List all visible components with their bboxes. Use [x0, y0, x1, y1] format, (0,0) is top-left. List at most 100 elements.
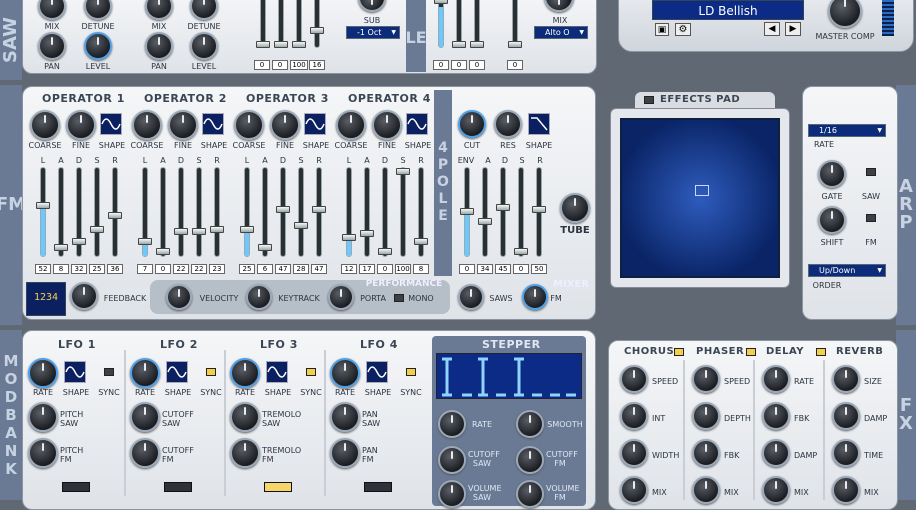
- operator-3-slider-1[interactable]: [240, 167, 254, 257]
- mono-toggle[interactable]: [394, 294, 404, 302]
- saws-mix-knob[interactable]: [458, 284, 484, 310]
- operator-1-fine-knob[interactable]: [66, 110, 96, 140]
- fx-chorus-int-knob[interactable]: [620, 402, 648, 430]
- filter-slider-1[interactable]: [460, 167, 474, 257]
- fx-delay-toggle[interactable]: [816, 348, 826, 356]
- lfo-4-bottom-button[interactable]: [364, 482, 392, 492]
- lfo-1-dest1-knob[interactable]: [28, 402, 58, 432]
- lfo-2-shape-display[interactable]: [166, 361, 188, 383]
- operator-1-coarse-knob[interactable]: [30, 110, 60, 140]
- operator-3-fine-knob[interactable]: [270, 110, 300, 140]
- stepper-volume-saw-knob[interactable]: [438, 480, 466, 508]
- lfo-1-sync-toggle[interactable]: [104, 368, 114, 376]
- velocity-knob[interactable]: [166, 284, 192, 310]
- stepper-volume-fm-knob[interactable]: [516, 480, 544, 508]
- operator-4-slider-2[interactable]: [360, 167, 374, 257]
- operator-3-slider-3[interactable]: [276, 167, 290, 257]
- arp-gate-knob[interactable]: [818, 160, 846, 188]
- stepper-cutoff-fm-knob[interactable]: [516, 446, 544, 474]
- operator-1-shape-display[interactable]: [100, 113, 122, 135]
- saw2-level-knob[interactable]: [190, 32, 218, 60]
- arp-fm-toggle[interactable]: [866, 214, 876, 222]
- saw1-level-knob[interactable]: [84, 32, 112, 60]
- lfo-2-dest1-knob[interactable]: [130, 402, 160, 432]
- operator-1-slider-3[interactable]: [72, 167, 86, 257]
- saw2-pan-knob[interactable]: [145, 32, 173, 60]
- fx-phaser-toggle[interactable]: [746, 348, 756, 356]
- effects-pad-toggle[interactable]: [644, 96, 654, 104]
- lfo-2-dest2-knob[interactable]: [130, 438, 160, 468]
- top-slider-3[interactable]: [292, 0, 306, 48]
- operator-4-shape-display[interactable]: [406, 113, 428, 135]
- operator-2-coarse-knob[interactable]: [132, 110, 162, 140]
- operator-2-slider-1[interactable]: [138, 167, 152, 257]
- operator-1-slider-4[interactable]: [90, 167, 104, 257]
- lfo-2-rate-knob[interactable]: [130, 358, 160, 388]
- lfo-3-sync-toggle[interactable]: [306, 368, 316, 376]
- lfo-2-bottom-button[interactable]: [164, 482, 192, 492]
- arp-shift-knob[interactable]: [818, 206, 846, 234]
- lfo-4-dest2-knob[interactable]: [330, 438, 360, 468]
- operator-3-coarse-knob[interactable]: [234, 110, 264, 140]
- fx-delay-rate-knob[interactable]: [762, 365, 790, 393]
- lfo-1-dest2-knob[interactable]: [28, 438, 58, 468]
- lfo-4-shape-display[interactable]: [366, 361, 388, 383]
- saw1-pan-knob[interactable]: [38, 32, 66, 60]
- filter-cut-knob[interactable]: [458, 110, 486, 138]
- operator-1-slider-2[interactable]: [54, 167, 68, 257]
- fx-delay-fbk-knob[interactable]: [762, 402, 790, 430]
- operator-3-shape-display[interactable]: [304, 113, 326, 135]
- operator-2-slider-2[interactable]: [156, 167, 170, 257]
- filter-res-knob[interactable]: [494, 110, 522, 138]
- operator-2-fine-knob[interactable]: [168, 110, 198, 140]
- operator-4-coarse-knob[interactable]: [336, 110, 366, 140]
- fx-reverb-damp-knob[interactable]: [832, 402, 860, 430]
- top-slider-2[interactable]: [274, 0, 288, 48]
- top-slider-1[interactable]: [256, 0, 270, 48]
- operator-1-slider-5[interactable]: [108, 167, 122, 257]
- operator-4-slider-1[interactable]: [342, 167, 356, 257]
- lfo-1-rate-knob[interactable]: [28, 358, 58, 388]
- effects-pad-xy[interactable]: [620, 118, 780, 278]
- arp-order-dropdown[interactable]: Up/Down: [808, 264, 886, 277]
- lfo-3-dest1-knob[interactable]: [230, 402, 260, 432]
- operator-4-slider-3[interactable]: [378, 167, 392, 257]
- operator-4-slider-4[interactable]: [396, 167, 410, 257]
- fx-phaser-depth-knob[interactable]: [692, 402, 720, 430]
- stepper-cutoff-saw-knob[interactable]: [438, 446, 466, 474]
- mid-slider-1[interactable]: [434, 0, 448, 48]
- fx-chorus-speed-knob[interactable]: [620, 365, 648, 393]
- arp-saw-toggle[interactable]: [866, 168, 876, 176]
- filter-shape-display[interactable]: [528, 113, 550, 135]
- next-preset-button[interactable]: ▶: [785, 22, 801, 36]
- operator-3-slider-4[interactable]: [294, 167, 308, 257]
- operator-3-slider-2[interactable]: [258, 167, 272, 257]
- fx-chorus-width-knob[interactable]: [620, 439, 648, 467]
- lfo-1-shape-display[interactable]: [64, 361, 86, 383]
- fx-reverb-size-knob[interactable]: [832, 365, 860, 393]
- save-icon[interactable]: ▣: [655, 23, 669, 36]
- filter-slider-2[interactable]: [478, 167, 492, 257]
- gear-icon[interactable]: ⚙: [675, 23, 691, 36]
- filter-slider-4[interactable]: [514, 167, 528, 257]
- lfo-2-sync-toggle[interactable]: [206, 368, 216, 376]
- operator-3-slider-5[interactable]: [312, 167, 326, 257]
- keytrack-knob[interactable]: [246, 284, 272, 310]
- operator-1-slider-1[interactable]: [36, 167, 50, 257]
- operator-2-shape-display[interactable]: [202, 113, 224, 135]
- lfo-4-dest1-knob[interactable]: [330, 402, 360, 432]
- fm-mix-knob[interactable]: [522, 284, 548, 310]
- lfo-3-bottom-button[interactable]: [264, 482, 292, 492]
- sub-dropdown[interactable]: -1 Oct: [346, 26, 400, 39]
- stepper-smooth-knob[interactable]: [516, 410, 544, 438]
- lfo-3-dest2-knob[interactable]: [230, 438, 260, 468]
- porta-knob[interactable]: [328, 284, 354, 310]
- feedback-knob[interactable]: [70, 282, 98, 310]
- operator-2-slider-5[interactable]: [210, 167, 224, 257]
- lfo-3-rate-knob[interactable]: [230, 358, 260, 388]
- stepper-rate-knob[interactable]: [438, 410, 466, 438]
- fx-chorus-toggle[interactable]: [674, 348, 684, 356]
- filter-slider-3[interactable]: [496, 167, 510, 257]
- operator-4-slider-5[interactable]: [414, 167, 428, 257]
- fx-phaser-speed-knob[interactable]: [692, 365, 720, 393]
